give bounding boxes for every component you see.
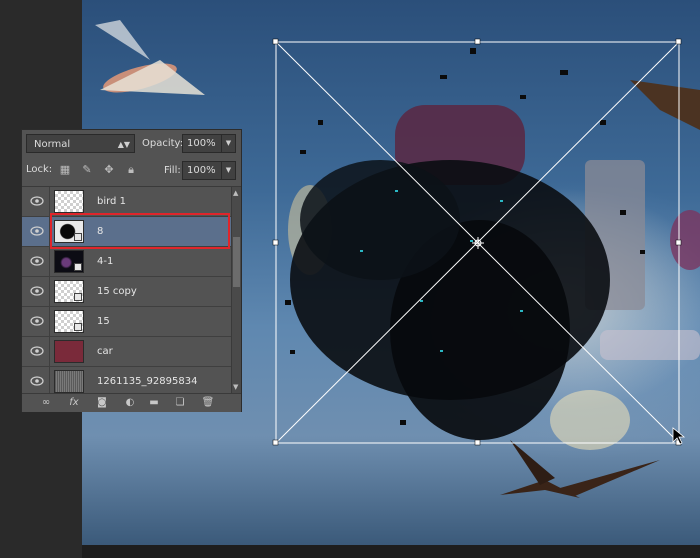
- eye-separator: [49, 307, 50, 337]
- visibility-eye-icon[interactable]: [30, 286, 44, 296]
- lock-transparent-pixels-icon[interactable]: ▦: [58, 163, 72, 177]
- visibility-eye-icon[interactable]: [30, 226, 44, 236]
- layers-panel-options: Normal ▲▼ Opacity: 100% ▼ Lock: ▦ ✎ ✥ 🔒︎…: [22, 130, 241, 187]
- mask-icon[interactable]: ◙: [94, 396, 110, 410]
- bird-top-left: [95, 20, 205, 95]
- transform-handle-t[interactable]: [474, 38, 481, 45]
- layer-row[interactable]: 1261135_92895834: [22, 367, 231, 393]
- fx-icon[interactable]: fx: [66, 396, 82, 410]
- adjustment-icon[interactable]: ◐: [122, 396, 138, 410]
- lock-all-icon[interactable]: 🔒︎: [124, 163, 138, 177]
- visibility-eye-icon[interactable]: [30, 346, 44, 356]
- transform-handle-b[interactable]: [474, 439, 481, 446]
- bird-right: [630, 80, 700, 130]
- layer-name: 15 copy: [97, 286, 137, 297]
- trash-icon[interactable]: 🗑︎: [200, 396, 216, 410]
- blend-mode-value: Normal: [34, 139, 71, 150]
- layer-thumbnail: [54, 340, 84, 363]
- fill-label: Fill:: [164, 165, 181, 176]
- layer-name: 4-1: [97, 256, 114, 267]
- highlight-selection-box: [50, 213, 230, 249]
- new-layer-icon[interactable]: ❏: [172, 396, 188, 410]
- chevron-down-icon[interactable]: ▼: [221, 162, 235, 179]
- layers-panel: Normal ▲▼ Opacity: 100% ▼ Lock: ▦ ✎ ✥ 🔒︎…: [21, 129, 242, 412]
- fill-value: 100%: [187, 165, 216, 176]
- transform-handle-bl[interactable]: [272, 439, 279, 446]
- layer-row[interactable]: car: [22, 337, 231, 367]
- layer-name: 15: [97, 316, 110, 327]
- lock-label: Lock:: [26, 164, 53, 175]
- opacity-value: 100%: [187, 138, 216, 149]
- layer-row[interactable]: 4-1: [22, 247, 231, 277]
- lock-position-move-icon[interactable]: ✥: [102, 163, 116, 177]
- layer-thumbnail: [54, 190, 84, 213]
- light-flare: [550, 390, 630, 450]
- visibility-eye-icon[interactable]: [30, 316, 44, 326]
- layer-name: car: [97, 346, 113, 357]
- lock-image-pixels-brush-icon[interactable]: ✎: [80, 163, 94, 177]
- car-headlight: [670, 210, 700, 270]
- scroll-down-icon[interactable]: ▼: [233, 383, 238, 391]
- smart-object-icon: [74, 293, 82, 301]
- smart-object-icon: [74, 263, 82, 271]
- opacity-input[interactable]: 100% ▼: [182, 134, 236, 153]
- opacity-label: Opacity:: [142, 138, 184, 149]
- transform-handle-r[interactable]: [675, 239, 682, 246]
- visibility-eye-icon[interactable]: [30, 376, 44, 386]
- transform-handle-l[interactable]: [272, 239, 279, 246]
- layer-thumbnail: [54, 280, 84, 303]
- layer-thumbnail: [54, 310, 84, 333]
- layer-row[interactable]: 15: [22, 307, 231, 337]
- visibility-eye-icon[interactable]: [30, 196, 44, 206]
- chevron-down-icon[interactable]: ▼: [221, 135, 235, 152]
- layer-row[interactable]: 15 copy: [22, 277, 231, 307]
- layer-name: 1261135_92895834: [97, 376, 198, 387]
- layer-thumbnail: [54, 370, 84, 393]
- eye-separator: [49, 367, 50, 393]
- eye-separator: [49, 247, 50, 277]
- fill-input[interactable]: 100% ▼: [182, 161, 236, 180]
- eye-separator: [49, 277, 50, 307]
- folder-icon[interactable]: ▬: [146, 396, 162, 410]
- link-icon[interactable]: ∞: [38, 396, 54, 410]
- layers-list: bird 1 8 4-1 15 copy 15 car 1261135_9289…: [22, 187, 231, 393]
- transform-handle-tl[interactable]: [272, 38, 279, 45]
- layer-thumbnail: [54, 250, 84, 273]
- blend-mode-select[interactable]: Normal ▲▼: [26, 134, 135, 153]
- car-bumper: [600, 330, 700, 360]
- updown-arrows-icon: ▲▼: [117, 140, 130, 149]
- smart-object-icon: [74, 323, 82, 331]
- scrollbar-thumb[interactable]: [233, 237, 240, 287]
- eye-separator: [49, 337, 50, 367]
- layers-panel-footer: ∞ fx ◙ ◐ ▬ ❏ 🗑︎: [22, 393, 241, 412]
- transform-handle-tr[interactable]: [675, 38, 682, 45]
- scroll-up-icon[interactable]: ▲: [233, 189, 238, 197]
- visibility-eye-icon[interactable]: [30, 256, 44, 266]
- layers-scrollbar[interactable]: ▲ ▼: [231, 187, 241, 393]
